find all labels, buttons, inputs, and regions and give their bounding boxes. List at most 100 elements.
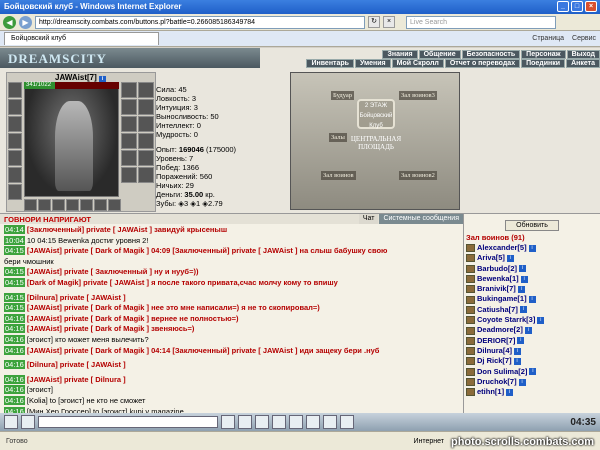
belt-slot[interactable] xyxy=(66,199,79,211)
message-time[interactable]: 04:16 xyxy=(4,385,25,395)
message-time[interactable]: 04:16 xyxy=(4,313,25,323)
menu-exit[interactable]: Выход xyxy=(566,50,600,59)
player-name[interactable]: Dilnura[4] xyxy=(477,346,512,356)
belt-slot[interactable] xyxy=(108,199,121,211)
player-item[interactable]: Don Sulima[2] i xyxy=(466,367,600,377)
toolbar-button[interactable] xyxy=(238,415,252,429)
belt-slot[interactable] xyxy=(24,199,37,211)
menu-profile[interactable]: Анкета xyxy=(566,59,600,68)
player-name[interactable]: Alexcander[5] xyxy=(477,243,527,253)
info-icon[interactable]: i xyxy=(506,254,514,262)
player-item[interactable]: etihn[1] i xyxy=(466,387,600,397)
search-input[interactable]: Live Search xyxy=(406,15,556,29)
equipment-slot[interactable] xyxy=(138,82,154,98)
tab-system-messages[interactable]: Системные сообщения xyxy=(379,214,463,224)
maximize-icon[interactable]: □ xyxy=(571,1,583,12)
message-time[interactable]: 10:04 xyxy=(4,235,25,245)
close-icon[interactable]: × xyxy=(585,1,597,12)
info-icon[interactable]: i xyxy=(524,327,532,335)
equipment-slot[interactable] xyxy=(138,116,154,132)
toolbar-button[interactable] xyxy=(4,415,18,429)
info-icon[interactable]: i xyxy=(520,275,528,283)
player-item[interactable]: Ariva[5] i xyxy=(466,253,600,263)
info-icon[interactable]: i xyxy=(537,316,545,324)
message-time[interactable]: 04:16 xyxy=(4,334,25,344)
room-warriors-2[interactable]: Зал воинов2 xyxy=(399,171,437,180)
room-warriors-3[interactable]: Зал воинов3 xyxy=(399,91,437,100)
info-icon[interactable]: i xyxy=(529,368,537,376)
tab-chat[interactable]: Чат xyxy=(358,214,379,224)
menu-my-scroll[interactable]: Мой Скролл xyxy=(391,59,444,68)
toolbar-button[interactable] xyxy=(306,415,320,429)
player-item[interactable]: Coyote Starrk[3] i xyxy=(466,315,600,325)
player-name[interactable]: Don Sulima[2] xyxy=(477,367,527,377)
minimize-icon[interactable]: _ xyxy=(557,1,569,12)
menu-inventory[interactable]: Инвентарь xyxy=(306,59,354,68)
toolbar-button[interactable] xyxy=(289,415,303,429)
belt-slot[interactable] xyxy=(38,199,51,211)
menu-fights[interactable]: Поединки xyxy=(521,59,566,68)
equipment-slot[interactable] xyxy=(121,150,137,166)
toolbar-button[interactable] xyxy=(21,415,35,429)
equipment-slot[interactable] xyxy=(8,99,22,115)
player-name[interactable]: Druchok[7] xyxy=(477,377,517,387)
info-icon[interactable]: i xyxy=(518,378,526,386)
player-name[interactable]: Ariva[5] xyxy=(477,253,505,263)
menu-knowledge[interactable]: Знания xyxy=(382,50,418,59)
player-name[interactable]: Deadmore[2] xyxy=(477,325,523,335)
message-time[interactable]: 04:16 xyxy=(4,374,25,384)
player-item[interactable]: Alexcander[5] i xyxy=(466,243,600,253)
equipment-slot[interactable] xyxy=(138,99,154,115)
menu-transfers[interactable]: Отчет о переводах xyxy=(444,59,521,68)
player-item[interactable]: Druchok[7] i xyxy=(466,377,600,387)
player-item[interactable]: Bewenka[1] i xyxy=(466,274,600,284)
message-time[interactable]: 04:15 xyxy=(4,277,25,287)
message-time[interactable]: 04:15 xyxy=(4,292,25,302)
equipment-slot[interactable] xyxy=(8,167,22,183)
info-icon[interactable]: i xyxy=(517,285,525,293)
equipment-slot[interactable] xyxy=(8,116,22,132)
central-square-label[interactable]: ЦЕНТРАЛЬНАЯ ПЛОЩАДЬ xyxy=(341,135,411,151)
message-time[interactable]: 04:16 xyxy=(4,395,25,405)
equipment-slot[interactable] xyxy=(121,133,137,149)
tab-fight-club[interactable]: Бойцовский клуб xyxy=(4,32,159,45)
message-time[interactable]: 04:16 xyxy=(4,360,25,370)
toolbar-button[interactable] xyxy=(272,415,286,429)
info-icon[interactable]: i xyxy=(514,347,522,355)
player-item[interactable]: Dilnura[4] i xyxy=(466,346,600,356)
menu-skills[interactable]: Умения xyxy=(354,59,391,68)
equipment-slot[interactable] xyxy=(8,133,22,149)
menu-social[interactable]: Общение xyxy=(418,50,461,59)
page-menu[interactable]: Страница xyxy=(532,35,564,42)
player-name[interactable]: Dj Rick[7] xyxy=(477,356,512,366)
belt-slot[interactable] xyxy=(80,199,93,211)
player-name[interactable]: Coyote Starrk[3] xyxy=(477,315,535,325)
equipment-slot[interactable] xyxy=(8,150,22,166)
refresh-icon[interactable]: ↻ xyxy=(368,16,380,28)
room-boudoir[interactable]: Будуар xyxy=(331,91,355,100)
info-icon[interactable]: i xyxy=(517,337,525,345)
message-time[interactable]: 04:15 xyxy=(4,267,25,277)
player-item[interactable]: Dj Rick[7] i xyxy=(466,356,600,366)
equipment-slot[interactable] xyxy=(8,82,22,98)
message-time[interactable]: 04:15 xyxy=(4,303,25,313)
info-icon[interactable]: i xyxy=(528,296,536,304)
player-name[interactable]: etihn[1] xyxy=(477,387,504,397)
info-icon[interactable]: i xyxy=(528,244,536,252)
player-item[interactable]: Bukingame[1] i xyxy=(466,294,600,304)
menu-security[interactable]: Безопасность xyxy=(461,50,521,59)
player-name[interactable]: DERIOR[7] xyxy=(477,336,515,346)
room-warriors[interactable]: Зал воинов xyxy=(321,171,356,180)
floor-2-door[interactable]: 2 ЭТАЖ Бойцовский Клуб xyxy=(357,99,395,129)
toolbar-button[interactable] xyxy=(255,415,269,429)
info-icon[interactable]: i xyxy=(513,357,521,365)
back-icon[interactable]: ◀ xyxy=(3,15,16,29)
player-item[interactable]: Deadmore[2] i xyxy=(466,325,600,335)
belt-slot[interactable] xyxy=(52,199,65,211)
message-time[interactable]: 04:16 xyxy=(4,345,25,355)
equipment-slot[interactable] xyxy=(121,116,137,132)
forward-icon[interactable]: ▶ xyxy=(19,15,32,29)
menu-character[interactable]: Персонаж xyxy=(521,50,566,59)
info-icon[interactable]: i xyxy=(519,265,526,273)
player-name[interactable]: Bewenka[1] xyxy=(477,274,519,284)
